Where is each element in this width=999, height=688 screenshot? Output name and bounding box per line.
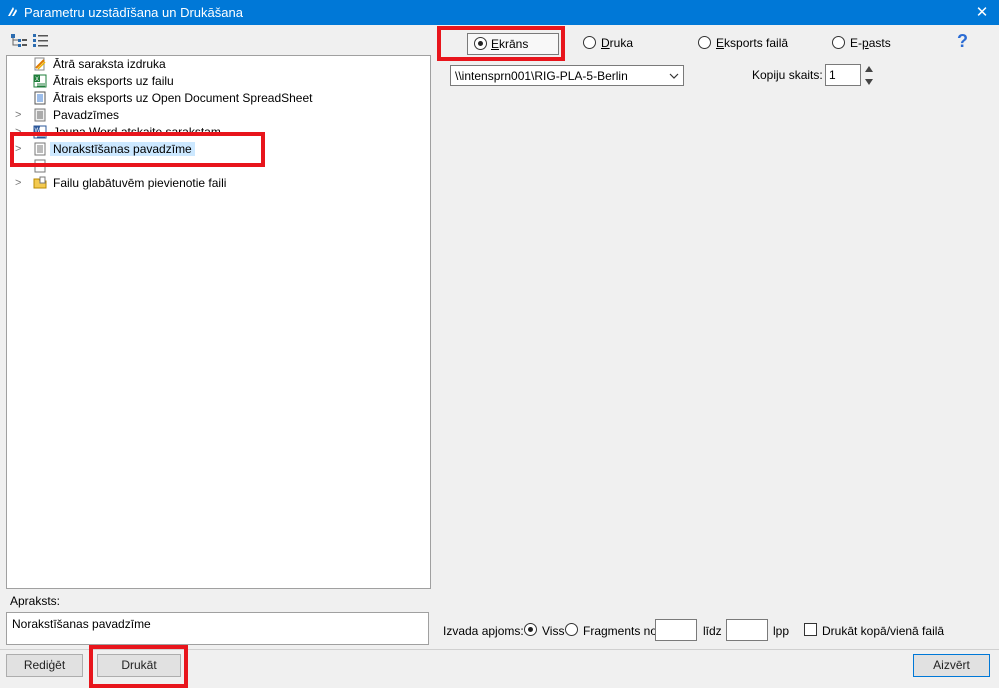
range-fragment-label[interactable]: Fragments no (583, 624, 657, 638)
highlight-screen-option (437, 26, 565, 61)
tree-item-quick-export[interactable]: X Ātrais eksports uz failu (7, 73, 427, 90)
chevron-down-icon (669, 73, 679, 79)
tree-item-quick-print[interactable]: Ātrā saraksta izdruka (7, 56, 427, 73)
combine-checkbox[interactable] (804, 623, 817, 636)
window-title: Parametru uzstādīšana un Drukāšana (24, 5, 243, 20)
folder-attach-icon (33, 176, 47, 189)
email-label[interactable]: E-pasts (850, 36, 891, 50)
copies-stepper[interactable] (864, 64, 874, 87)
range-to-label: līdz (703, 624, 722, 638)
print-radio[interactable] (583, 36, 596, 49)
ods-export-icon (34, 91, 46, 105)
email-radio[interactable] (832, 36, 845, 49)
range-all-label[interactable]: Viss (542, 624, 564, 638)
copies-input[interactable]: 1 (825, 64, 861, 86)
list-view-icon[interactable] (32, 33, 50, 49)
printer-select[interactable]: \\intensprn001\RIG-PLA-5-Berlin (450, 65, 684, 86)
help-icon[interactable]: ? (957, 31, 968, 52)
page-label: lpp (773, 624, 790, 638)
tree-item-attached-files[interactable]: > Failu glabātuvēm pievienotie faili (7, 175, 427, 192)
edit-button[interactable]: Rediģēt (6, 654, 83, 677)
excel-export-icon: X (33, 74, 47, 88)
title-bar: Parametru uzstādīšana un Drukāšana ✕ (0, 0, 999, 25)
range-from-input[interactable] (655, 619, 697, 641)
app-icon (8, 7, 17, 16)
description-label: Apraksts: (10, 594, 61, 608)
printer-value: \\intensprn001\RIG-PLA-5-Berlin (455, 69, 628, 83)
tree-item-waybills[interactable]: > Pavadzīmes (7, 107, 427, 124)
range-all-radio[interactable] (524, 623, 537, 636)
quick-print-icon (34, 57, 46, 71)
tree-item-ods-export[interactable]: Ātrais eksports uz Open Document SpreadS… (7, 90, 427, 107)
close-icon[interactable]: ✕ (965, 0, 999, 25)
copies-label: Kopiju skaits: (752, 68, 823, 82)
chevron-right-icon[interactable]: > (15, 177, 25, 189)
export-file-radio[interactable] (698, 36, 711, 49)
highlight-print-button (89, 645, 188, 688)
chevron-right-icon[interactable]: > (15, 109, 25, 121)
document-list-icon (34, 108, 46, 122)
range-to-input[interactable] (726, 619, 768, 641)
range-fragment-radio[interactable] (565, 623, 578, 636)
export-file-label[interactable]: Eksports failā (716, 36, 788, 50)
close-button[interactable]: Aizvērt (913, 654, 990, 677)
tree-view-icon[interactable] (10, 33, 28, 49)
range-label: Izvada apjoms: (443, 624, 524, 638)
svg-text:X: X (35, 77, 39, 83)
print-label[interactable]: Druka (601, 36, 633, 50)
description-box: Norakstīšanas pavadzīme (6, 612, 429, 645)
highlight-tree-item (10, 132, 265, 167)
combine-label[interactable]: Drukāt kopā/vienā failā (822, 624, 944, 638)
